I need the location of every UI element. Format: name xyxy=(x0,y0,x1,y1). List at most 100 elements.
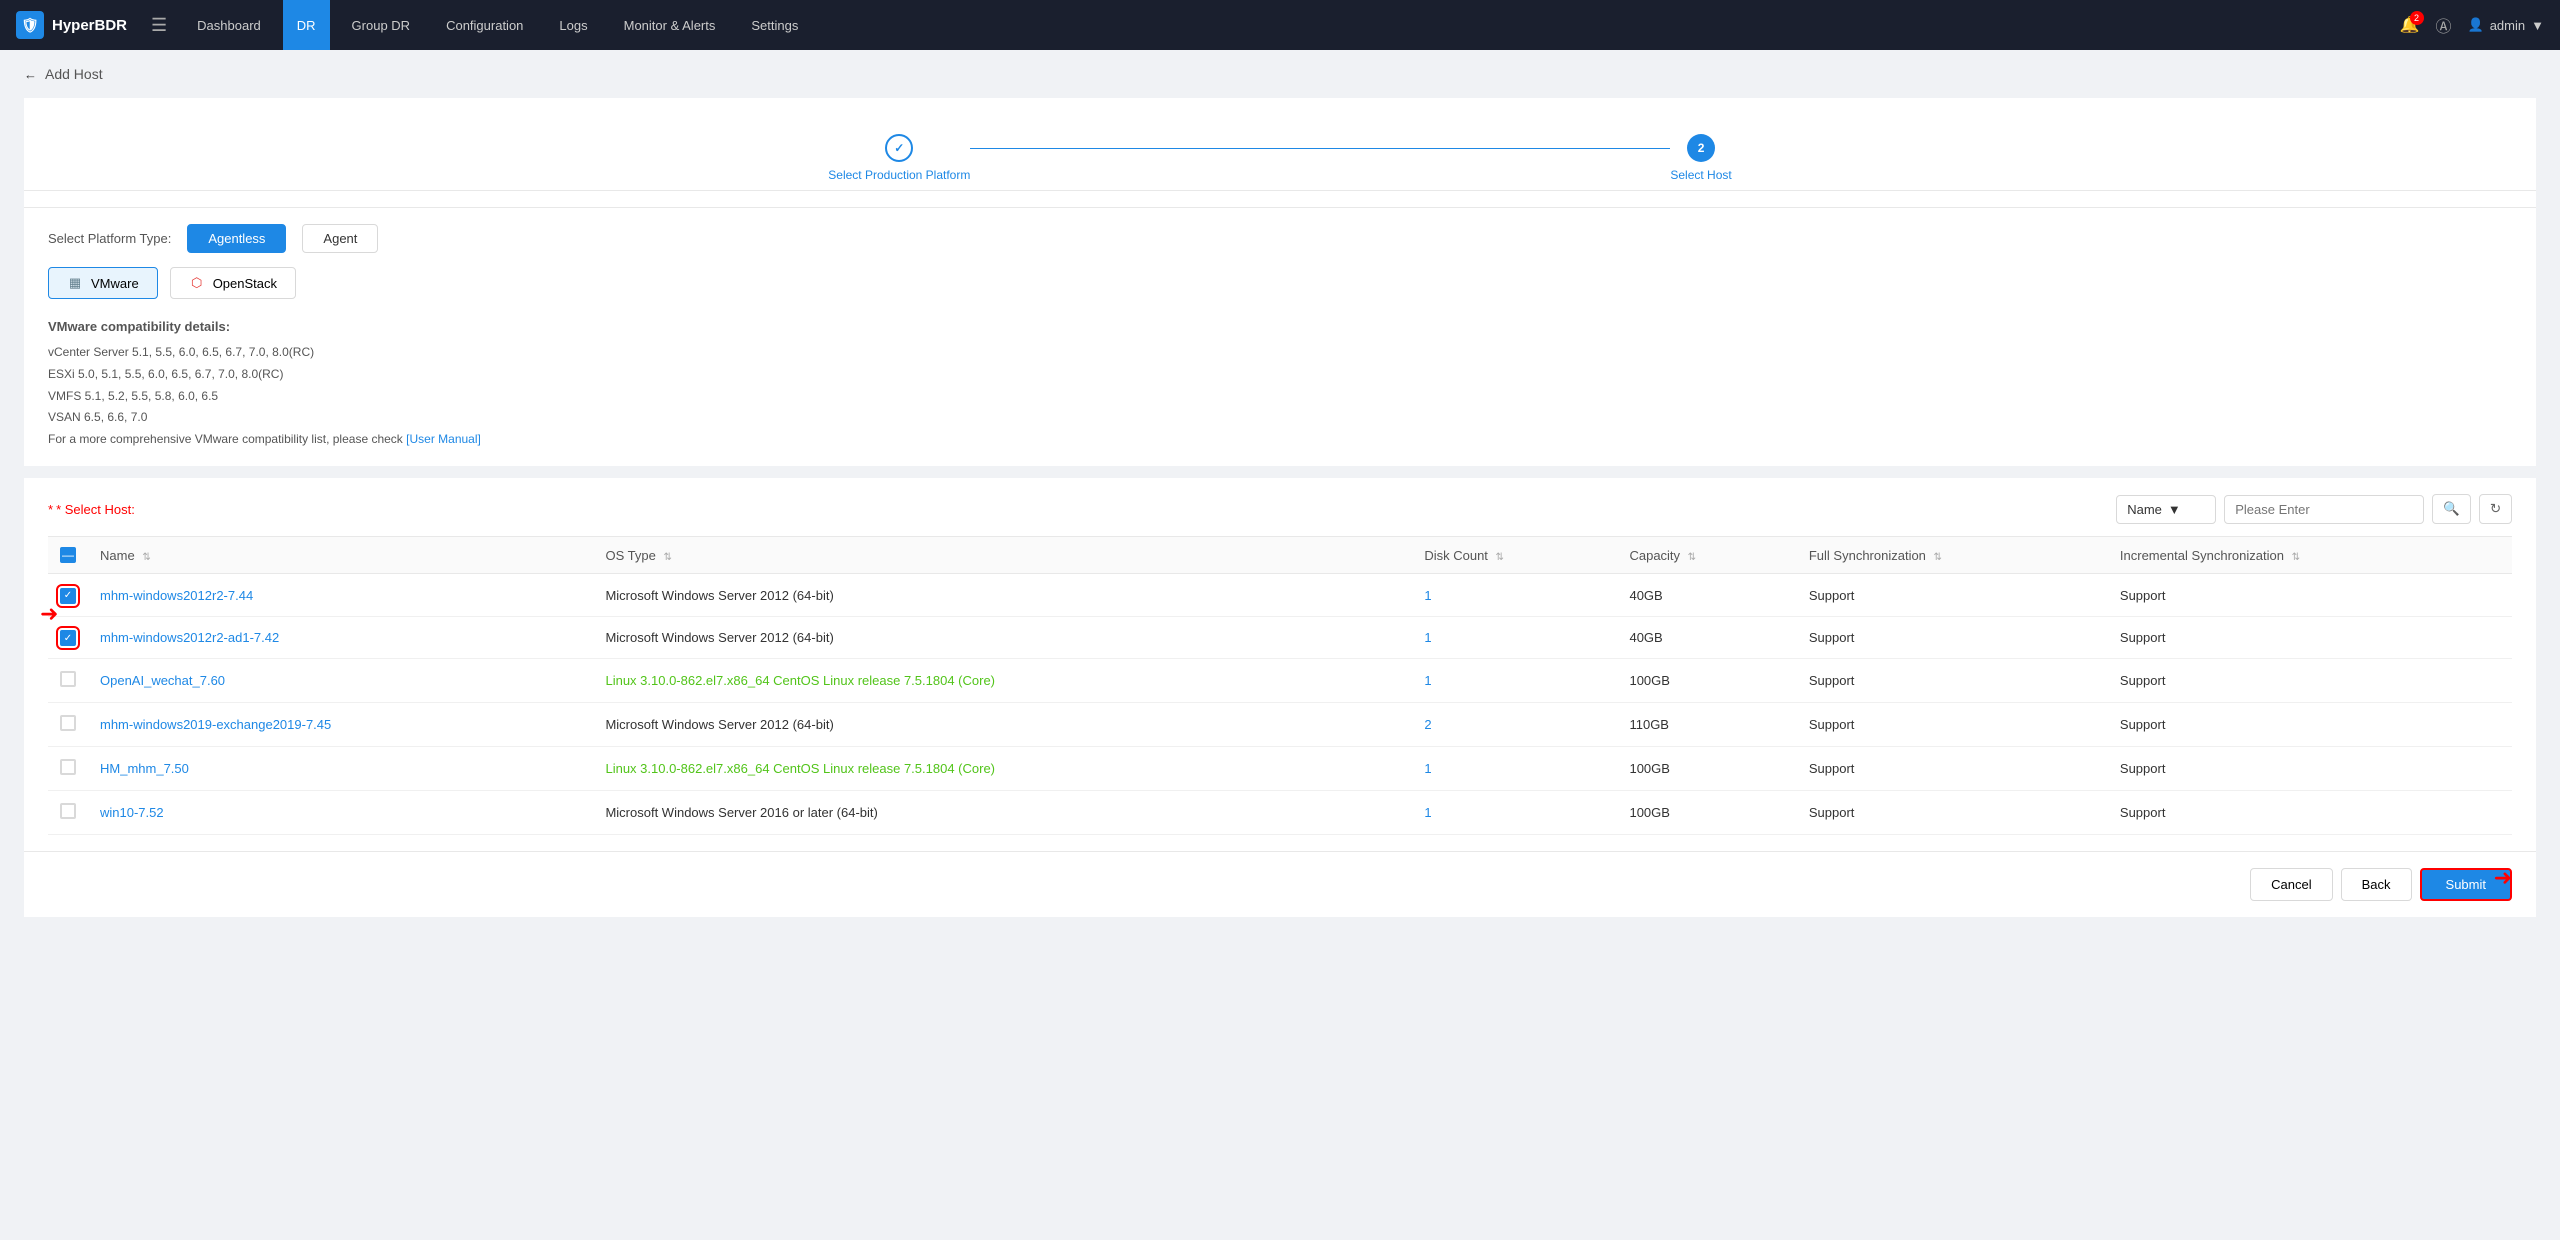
user-icon: 👤 xyxy=(2468,17,2484,33)
row-4-capacity: 110GB xyxy=(1617,703,1796,747)
logo-icon: 🛡 xyxy=(16,11,44,39)
os-sort-icon[interactable]: ⇅ xyxy=(663,552,671,563)
openstack-icon: ⬡ xyxy=(189,275,205,291)
select-all-checkbox[interactable]: — xyxy=(60,547,76,563)
row-6-disk: 1 xyxy=(1412,791,1617,835)
hamburger-menu[interactable]: ☰ xyxy=(151,15,167,36)
row-6-capacity: 100GB xyxy=(1617,791,1796,835)
search-type-dropdown-icon: ▼ xyxy=(2168,502,2181,517)
platform-vmware[interactable]: ▦ VMware xyxy=(48,267,158,299)
row-4-checkbox-cell xyxy=(48,703,88,747)
search-input[interactable] xyxy=(2224,495,2424,524)
step-1: ✓ Select Production Platform xyxy=(828,134,970,182)
nav-group-dr[interactable]: Group DR xyxy=(338,0,425,50)
step-line xyxy=(970,148,1670,149)
compat-title: VMware compatibility details: xyxy=(48,315,2512,338)
name-sort-icon[interactable]: ⇅ xyxy=(142,552,150,563)
notification-bell[interactable]: 🔔 2 xyxy=(2400,15,2420,35)
table-row: ✓ mhm-windows2012r2-ad1-7.42 Microsoft Win… xyxy=(48,616,2512,659)
row-5-checkbox[interactable] xyxy=(60,759,76,775)
refresh-button[interactable]: ↻ xyxy=(2479,494,2512,524)
back-arrow[interactable]: ← xyxy=(24,67,37,82)
step-1-circle: ✓ xyxy=(885,134,913,162)
app-logo[interactable]: 🛡 HyperBDR xyxy=(16,11,127,39)
user-name: admin xyxy=(2490,18,2525,33)
row-1-name-link[interactable]: mhm-windows2012r2-7.44 xyxy=(100,588,253,603)
row-1-checkbox[interactable]: ✓ xyxy=(60,588,76,604)
row-4-checkbox[interactable] xyxy=(60,715,76,731)
search-button[interactable]: 🔍 xyxy=(2432,494,2471,524)
full-sync-sort-icon[interactable]: ⇅ xyxy=(1934,552,1942,563)
row-5-full-sync: Support xyxy=(1797,747,2108,791)
nav-dr[interactable]: DR xyxy=(283,0,330,50)
row-2-os: Microsoft Windows Server 2012 (64-bit) xyxy=(593,616,1412,659)
col-header-disk: Disk Count ⇅ xyxy=(1412,537,1617,574)
row-1-disk-link[interactable]: 1 xyxy=(1424,588,1431,603)
row-4-disk: 2 xyxy=(1412,703,1617,747)
row-1-incr-sync: Support xyxy=(2108,574,2512,617)
host-section-label: ** Select Host: xyxy=(48,502,138,517)
row-2-checkbox[interactable]: ✓ xyxy=(60,630,76,646)
nav-dashboard[interactable]: Dashboard xyxy=(183,0,275,50)
compat-info: VMware compatibility details: vCenter Se… xyxy=(48,315,2512,450)
action-bar: Cancel Back Submit xyxy=(24,851,2536,917)
search-type-label: Name xyxy=(2127,502,2162,517)
row-3-name-link[interactable]: OpenAI_wechat_7.60 xyxy=(100,673,225,688)
compat-line-3: VSAN 6.5, 6.6, 7.0 xyxy=(48,407,2512,429)
user-menu[interactable]: 👤 admin ▼ xyxy=(2468,17,2544,33)
row-6-name: win10-7.52 xyxy=(88,791,593,835)
row-4-name-link[interactable]: mhm-windows2019-exchange2019-7.45 xyxy=(100,717,331,732)
table-container: ➜ ➜ — Name ⇅ OS Type ⇅ xyxy=(48,536,2512,835)
nav-settings[interactable]: Settings xyxy=(737,0,812,50)
row-3-checkbox[interactable] xyxy=(60,671,76,687)
host-header: ** Select Host: Name ▼ 🔍 ↻ xyxy=(48,494,2512,524)
row-4-disk-link[interactable]: 2 xyxy=(1424,717,1431,732)
row-6-checkbox-cell xyxy=(48,791,88,835)
tab-agent[interactable]: Agent xyxy=(302,224,378,253)
row-6-os: Microsoft Windows Server 2016 or later (… xyxy=(593,791,1412,835)
row-5-disk: 1 xyxy=(1412,747,1617,791)
row-2-capacity: 40GB xyxy=(1617,616,1796,659)
nav-right: 🔔 2 Ⓐ 👤 admin ▼ xyxy=(2400,13,2544,37)
row-1-name: mhm-windows2012r2-7.44 xyxy=(88,574,593,617)
nav-monitor-alerts[interactable]: Monitor & Alerts xyxy=(610,0,730,50)
capacity-sort-icon[interactable]: ⇅ xyxy=(1688,552,1696,563)
tab-agentless[interactable]: Agentless xyxy=(187,224,286,253)
help-icon[interactable]: Ⓐ xyxy=(2436,13,2452,37)
row-2-incr-sync: Support xyxy=(2108,616,2512,659)
arrow-row1: ➜ xyxy=(40,601,58,627)
host-table: — Name ⇅ OS Type ⇅ Disk Count ⇅ xyxy=(48,536,2512,835)
row-3-disk-link[interactable]: 1 xyxy=(1424,673,1431,688)
row-5-os: Linux 3.10.0-862.el7.x86_64 CentOS Linux… xyxy=(593,747,1412,791)
table-row: mhm-windows2019-exchange2019-7.45Microso… xyxy=(48,703,2512,747)
row-6-disk-link[interactable]: 1 xyxy=(1424,805,1431,820)
platform-openstack[interactable]: ⬡ OpenStack xyxy=(170,267,296,299)
disk-sort-icon[interactable]: ⇅ xyxy=(1496,552,1504,563)
search-type-select[interactable]: Name ▼ xyxy=(2116,495,2216,524)
incr-sync-sort-icon[interactable]: ⇅ xyxy=(2292,552,2300,563)
back-button[interactable]: Back xyxy=(2341,868,2412,901)
row-2-disk-link[interactable]: 1 xyxy=(1424,630,1431,645)
cancel-button[interactable]: Cancel xyxy=(2250,868,2332,901)
row-5-name: HM_mhm_7.50 xyxy=(88,747,593,791)
step-2: 2 Select Host xyxy=(1670,134,1731,182)
row-4-name: mhm-windows2019-exchange2019-7.45 xyxy=(88,703,593,747)
user-manual-link[interactable]: [User Manual] xyxy=(406,432,481,446)
notification-count: 2 xyxy=(2410,11,2424,25)
nav-logs[interactable]: Logs xyxy=(545,0,601,50)
row-6-name-link[interactable]: win10-7.52 xyxy=(100,805,164,820)
row-3-os: Linux 3.10.0-862.el7.x86_64 CentOS Linux… xyxy=(593,659,1412,703)
row-5-disk-link[interactable]: 1 xyxy=(1424,761,1431,776)
row-2-name: mhm-windows2012r2-ad1-7.42 xyxy=(88,616,593,659)
row-6-checkbox[interactable] xyxy=(60,803,76,819)
row-5-name-link[interactable]: HM_mhm_7.50 xyxy=(100,761,189,776)
breadcrumb: ← Add Host xyxy=(24,66,2536,82)
top-navigation: 🛡 HyperBDR ☰ Dashboard DR Group DR Confi… xyxy=(0,0,2560,50)
row-2-disk: 1 xyxy=(1412,616,1617,659)
row-2-name-link[interactable]: mhm-windows2012r2-ad1-7.42 xyxy=(100,630,279,645)
nav-configuration[interactable]: Configuration xyxy=(432,0,537,50)
step-2-circle: 2 xyxy=(1687,134,1715,162)
row-4-incr-sync: Support xyxy=(2108,703,2512,747)
step-1-label: Select Production Platform xyxy=(828,168,970,182)
step-2-label: Select Host xyxy=(1670,168,1731,182)
